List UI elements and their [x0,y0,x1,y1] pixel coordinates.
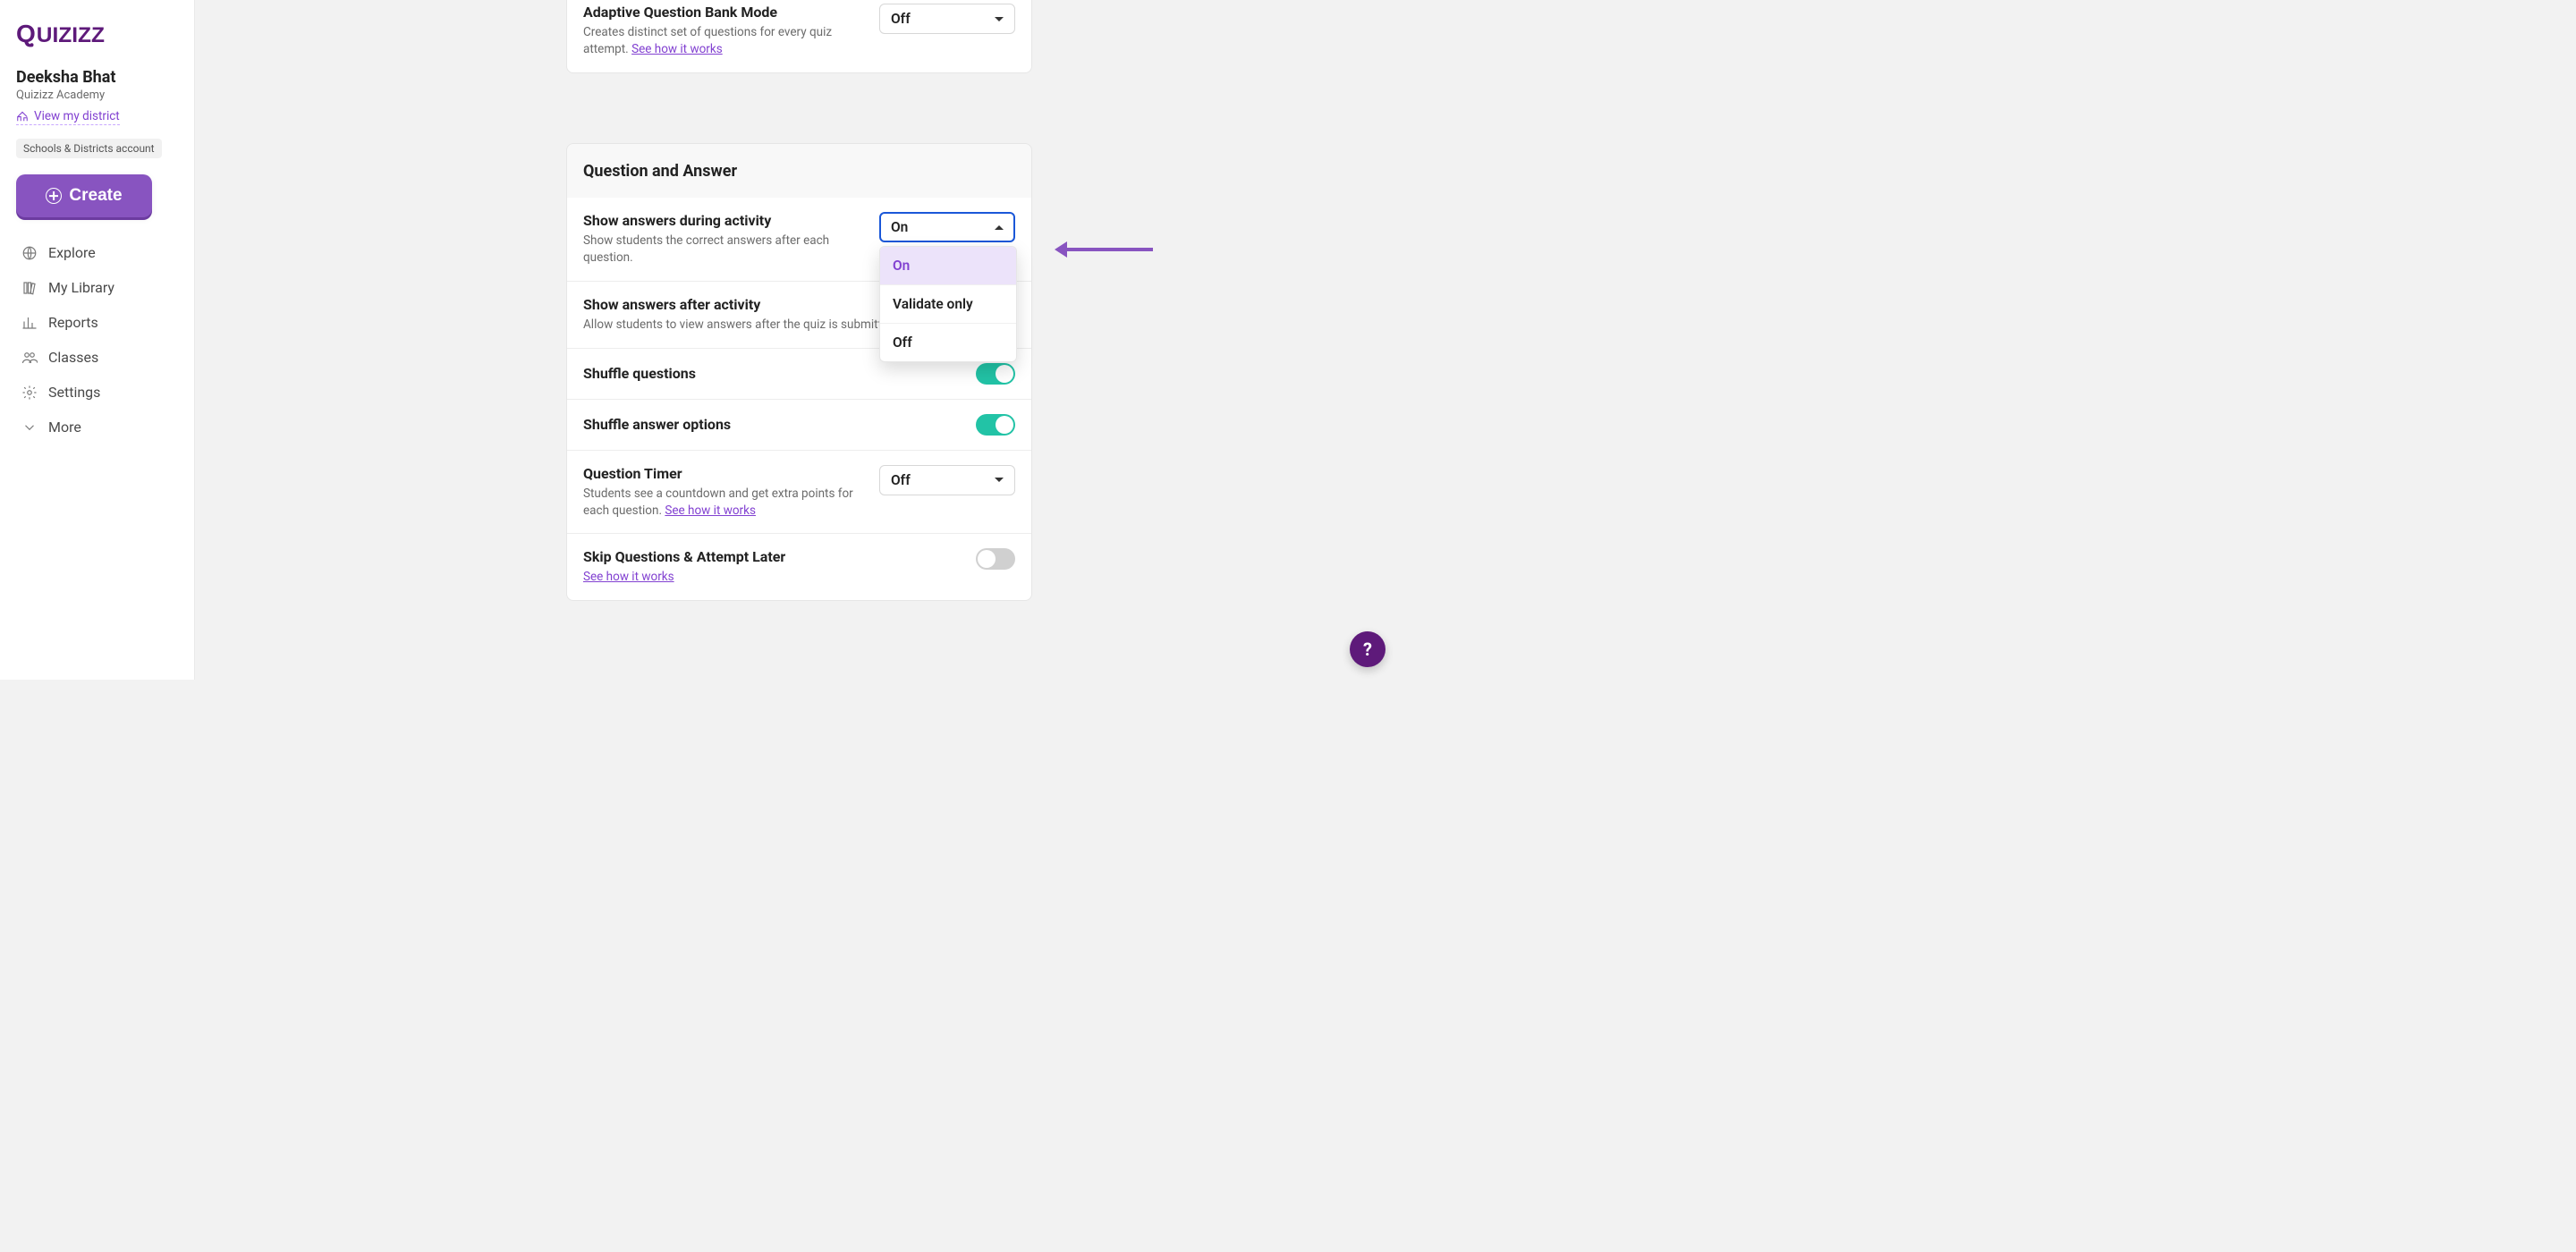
nav-more[interactable]: More [16,410,178,444]
nav-library-label: My Library [48,279,114,296]
chart-icon [21,315,38,331]
dropdown-opt-on[interactable]: On [880,247,1016,285]
skip-title: Skip Questions & Attempt Later [583,548,962,565]
timer-desc: Students see a countdown and get extra p… [583,486,865,520]
caret-down-icon [995,17,1004,21]
nav-reports-label: Reports [48,314,98,331]
caret-up-icon [995,225,1004,230]
timer-select[interactable]: Off [879,465,1015,495]
nav-settings[interactable]: Settings [16,375,178,410]
svg-text:Q: Q [16,20,36,47]
timer-row: Question Timer Students see a countdown … [567,451,1031,535]
nav-reports[interactable]: Reports [16,305,178,340]
adaptive-row: Adaptive Question Bank Mode Creates dist… [567,0,1031,72]
svg-text:UIZIZZ: UIZIZZ [37,23,105,47]
create-button[interactable]: Create [16,174,152,217]
dropdown-opt-off[interactable]: Off [880,324,1016,361]
view-district-link[interactable]: View my district [16,109,120,125]
qa-section-body: Show answers during activity Show studen… [566,198,1032,601]
account-type-chip: Schools & Districts account [16,139,162,158]
show-during-select-value: On [891,219,908,235]
shuffle-a-title: Shuffle answer options [583,416,962,433]
user-academy: Quizizz Academy [16,89,178,102]
plus-circle-icon [46,188,62,204]
qa-section-header: Question and Answer [566,143,1032,199]
chevron-down-icon [21,419,38,436]
sidebar-nav: Explore My Library Reports Classes Setti… [16,235,178,444]
timer-title: Question Timer [583,465,865,482]
adaptive-link[interactable]: See how it works [631,42,723,56]
adaptive-desc: Creates distinct set of questions for ev… [583,24,865,58]
help-fab[interactable]: ? [1350,631,1385,667]
nav-more-label: More [48,419,81,436]
create-button-label: Create [69,186,122,206]
nav-classes[interactable]: Classes [16,340,178,375]
timer-select-value: Off [891,472,911,488]
show-during-dropdown: On Validate only Off [879,246,1017,362]
question-mark-icon: ? [1363,639,1372,660]
adaptive-select-value: Off [891,11,911,27]
nav-library[interactable]: My Library [16,270,178,305]
shuffle-a-toggle[interactable] [976,414,1015,436]
adaptive-select[interactable]: Off [879,4,1015,34]
district-link-label: View my district [34,109,120,123]
shuffle-q-title: Shuffle questions [583,365,962,382]
globe-icon [21,245,38,261]
settings-card-prev: improve accuracy. Adaptive Question Bank… [566,0,1032,73]
show-during-desc: Show students the correct answers after … [583,233,865,266]
nav-classes-label: Classes [48,349,98,366]
shuffle-q-toggle[interactable] [976,363,1015,385]
show-during-title: Show answers during activity [583,212,865,229]
annotation-arrow [1055,241,1153,258]
district-icon [16,110,29,123]
caret-down-icon [995,478,1004,482]
show-during-select[interactable]: On On Validate only Off [879,212,1015,242]
shuffle-a-row: Shuffle answer options [567,400,1031,451]
classes-icon [21,350,38,366]
user-name: Deeksha Bhat [16,68,178,87]
dropdown-opt-validate[interactable]: Validate only [880,285,1016,324]
nav-explore-label: Explore [48,244,96,261]
library-icon [21,280,38,296]
adaptive-title: Adaptive Question Bank Mode [583,4,865,21]
nav-explore[interactable]: Explore [16,235,178,270]
nav-settings-label: Settings [48,384,100,401]
gear-icon [21,385,38,401]
quizizz-logo: Q UIZIZZ [16,16,178,52]
show-during-row: Show answers during activity Show studen… [567,198,1031,282]
skip-row: Skip Questions & Attempt Later See how i… [567,534,1031,600]
timer-link[interactable]: See how it works [665,503,756,518]
sidebar: Q UIZIZZ Deeksha Bhat Quizizz Academy Vi… [0,0,195,680]
skip-link[interactable]: See how it works [583,570,674,584]
skip-toggle[interactable] [976,548,1015,570]
